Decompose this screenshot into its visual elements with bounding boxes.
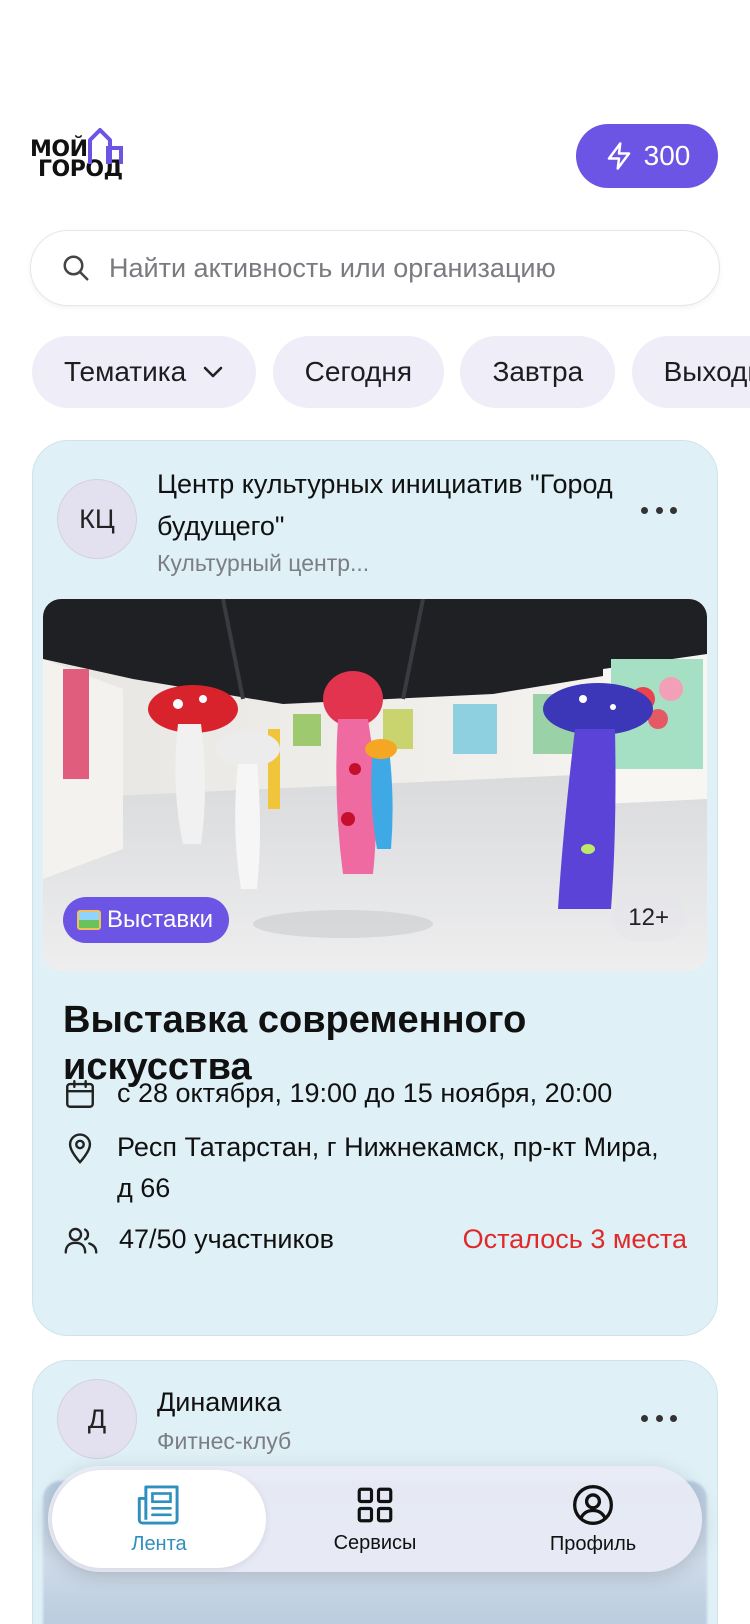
event-date: с 28 октября, 19:00 до 15 ноября, 20:00 bbox=[117, 1078, 613, 1108]
event-card[interactable]: КЦ Центр культурных инициатив "Город буд… bbox=[32, 440, 718, 1336]
grid-icon bbox=[357, 1487, 393, 1522]
filter-chip-topic[interactable]: Тематика bbox=[32, 336, 257, 408]
age-rating-badge: 12+ bbox=[612, 895, 685, 941]
filter-chip-label: Тематика bbox=[64, 356, 187, 387]
filter-chip-today[interactable]: Сегодня bbox=[272, 336, 444, 408]
user-circle-icon bbox=[573, 1484, 613, 1525]
remaining-spots: Осталось 3 места bbox=[462, 1224, 687, 1254]
more-options-icon[interactable] bbox=[641, 1415, 677, 1423]
nav-label: Лента bbox=[131, 1532, 187, 1555]
participants-count: 47/50 участников bbox=[119, 1224, 334, 1254]
nav-tab-feed[interactable]: Лента bbox=[52, 1470, 266, 1568]
nav-tab-profile[interactable]: Профиль bbox=[484, 1466, 702, 1572]
filter-chips: Тематика Сегодня Завтра Выходные bbox=[32, 336, 750, 408]
filter-chip-label: Выходные bbox=[663, 356, 750, 387]
filter-chip-weekend[interactable]: Выходные bbox=[631, 336, 750, 408]
bottom-navigation: Лента Сервисы Профиль bbox=[48, 1466, 702, 1572]
points-value: 300 bbox=[643, 140, 691, 171]
filter-chip-label: Завтра bbox=[492, 356, 584, 387]
org-type: Фитнес-клуб bbox=[157, 1428, 292, 1454]
points-button[interactable]: 300 bbox=[576, 124, 718, 188]
app-header: МОЙ ГОРОД 300 bbox=[0, 0, 750, 220]
nav-tab-services[interactable]: Сервисы bbox=[266, 1466, 484, 1572]
users-icon bbox=[64, 1227, 98, 1254]
event-date-row: с 28 октября, 19:00 до 15 ноября, 20:00 bbox=[63, 1073, 612, 1114]
search-placeholder: Найти активность или организацию bbox=[109, 252, 556, 283]
nav-label: Профиль bbox=[549, 1532, 637, 1555]
org-info[interactable]: Центр культурных инициатив "Город будуще… bbox=[157, 463, 627, 579]
calendar-icon bbox=[66, 1080, 94, 1108]
house-logo-icon bbox=[88, 128, 123, 164]
lightning-icon bbox=[607, 142, 630, 170]
search-input[interactable]: Найти активность или организацию bbox=[30, 230, 720, 306]
event-address-row: Респ Татарстан, г Нижнекамск, пр-кт Мира… bbox=[63, 1127, 663, 1209]
chevron-down-icon bbox=[203, 366, 223, 378]
org-name: Центр культурных инициатив "Город будуще… bbox=[157, 469, 613, 541]
org-type: Культурный центр... bbox=[157, 550, 370, 576]
event-address: Респ Татарстан, г Нижнекамск, пр-кт Мира… bbox=[117, 1132, 659, 1203]
filter-chip-label: Сегодня bbox=[304, 356, 412, 387]
org-avatar[interactable]: КЦ bbox=[57, 479, 137, 559]
category-badge: Выставки bbox=[63, 897, 229, 943]
category-label: Выставки bbox=[107, 906, 213, 933]
more-options-icon[interactable] bbox=[641, 507, 677, 515]
app-logo[interactable]: МОЙ ГОРОД bbox=[30, 126, 126, 186]
filter-chip-tomorrow[interactable]: Завтра bbox=[460, 336, 616, 408]
search-icon bbox=[63, 255, 89, 281]
news-icon bbox=[137, 1484, 179, 1525]
org-avatar[interactable]: Д bbox=[57, 1379, 137, 1459]
location-pin-icon bbox=[68, 1133, 92, 1164]
nav-label: Сервисы bbox=[333, 1531, 417, 1554]
participants-row: 47/50 участников bbox=[63, 1219, 334, 1260]
org-name: Динамика bbox=[157, 1387, 282, 1417]
framed-picture-icon bbox=[77, 910, 101, 930]
org-info[interactable]: Динамика Фитнес-клуб bbox=[157, 1381, 627, 1457]
event-photo[interactable]: Выставки 12+ bbox=[43, 599, 707, 971]
